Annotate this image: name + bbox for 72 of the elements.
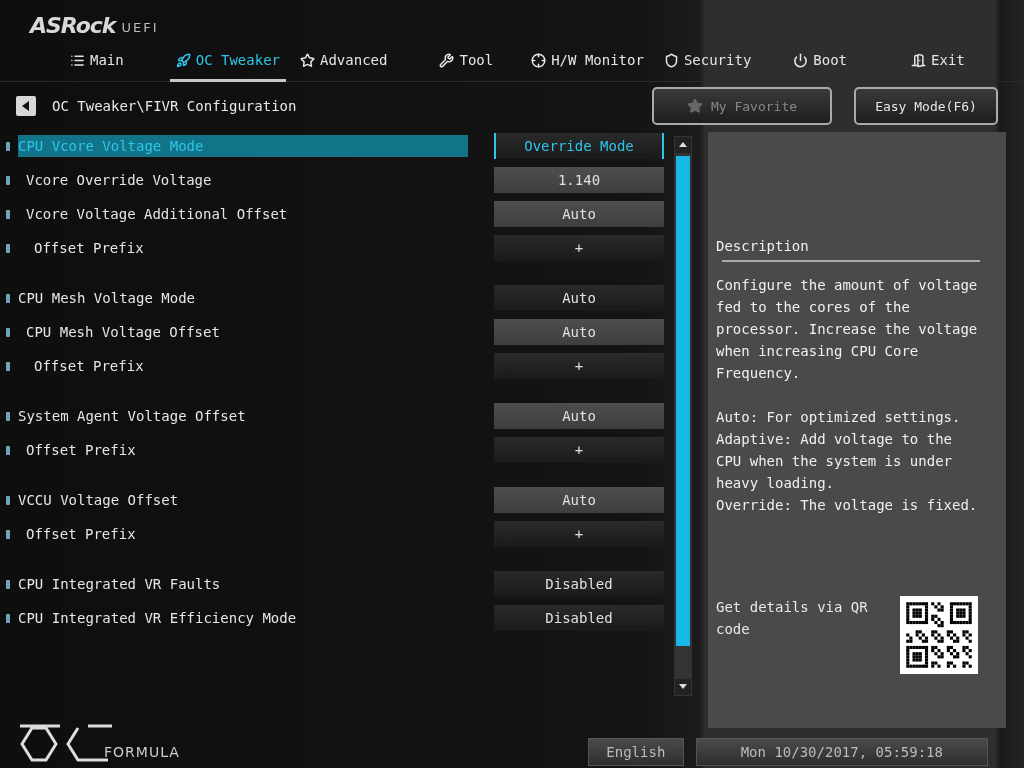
setting-label[interactable]: Offset Prefix	[18, 439, 468, 461]
option-selector[interactable]: Override Mode	[494, 133, 664, 159]
description-text: Override: The voltage is fixed.	[716, 496, 979, 515]
description-title: Description	[716, 238, 810, 254]
date-time-text: Mon 10/30/2017, 05:59:18	[695, 738, 988, 766]
bullet-icon	[6, 243, 10, 253]
option-selector[interactable]: Auto	[494, 285, 664, 311]
description-text: Configure the amount of voltage fed to the cores of the processor. Increase the voltage when increasing CPU Core Frequency.	[716, 276, 979, 383]
option-selector[interactable]: +	[494, 437, 664, 463]
value-field[interactable]: Auto	[494, 403, 664, 429]
option-selector[interactable]: +	[494, 353, 664, 379]
brand-subtitle: UEFI	[121, 20, 159, 37]
setting-label[interactable]: Offset Prefix	[18, 355, 468, 377]
bullet-icon	[6, 327, 10, 337]
mode-button[interactable]: Easy Mode(F6)	[854, 87, 998, 125]
language-button[interactable]: English	[587, 738, 684, 766]
door-icon	[911, 52, 927, 68]
description-text: Adaptive: Add voltage to the CPU when the system is under heavy loading.	[716, 430, 953, 493]
breadcrumb-path: OC Tweaker\FIVR Configuration	[52, 98, 298, 114]
power-icon	[793, 52, 809, 68]
bullet-icon	[6, 175, 10, 185]
bullet-icon	[6, 445, 10, 455]
option-selector[interactable]: +	[494, 521, 664, 547]
description-text: Auto: For optimized settings.	[716, 408, 962, 427]
setting-label[interactable]: CPU Mesh Voltage Mode	[18, 287, 468, 309]
bullet-icon	[6, 579, 10, 589]
option-selector[interactable]: Disabled	[494, 605, 664, 631]
bullet-icon	[6, 209, 10, 219]
setting-label[interactable]: CPU Integrated VR Efficiency Mode	[18, 607, 468, 629]
bullet-icon	[6, 411, 10, 421]
bullet-icon	[6, 361, 10, 371]
bullet-icon	[6, 613, 10, 623]
scrollbar[interactable]	[674, 136, 692, 696]
setting-label[interactable]: CPU Integrated VR Faults	[18, 573, 468, 595]
rocket-icon	[175, 52, 191, 68]
menu-tab[interactable]: Advanced	[294, 41, 394, 82]
value-field[interactable]: Auto	[494, 201, 664, 227]
setting-label[interactable]: Vcore Override Voltage	[18, 169, 468, 191]
star-icon	[686, 98, 703, 114]
setting-label[interactable]: CPU Mesh Voltage Offset	[18, 321, 468, 343]
menu-tab[interactable]: H/W Monitor	[525, 41, 650, 82]
menu-tab[interactable]: OC Tweaker	[169, 41, 286, 82]
bullet-icon	[6, 529, 10, 539]
option-selector[interactable]: Disabled	[494, 571, 664, 597]
menu-tab[interactable]: Main	[64, 41, 130, 82]
wrench-icon	[439, 52, 455, 68]
list-icon	[70, 52, 85, 68]
qr-caption: Get details via QR code	[716, 598, 869, 639]
setting-label[interactable]: Vcore Voltage Additional Offset	[18, 203, 468, 225]
menu-tab[interactable]: Exit	[905, 41, 971, 82]
brand-logo: ASRock	[30, 13, 116, 38]
menu-tab[interactable]: Security	[657, 41, 758, 82]
option-selector[interactable]: +	[494, 235, 664, 261]
setting-label[interactable]: System Agent Voltage Offset	[18, 405, 468, 427]
value-field[interactable]: 1.140	[494, 167, 664, 193]
back-button[interactable]	[16, 96, 36, 116]
crosshair-icon	[531, 52, 547, 68]
setting-label[interactable]: VCCU Voltage Offset	[18, 489, 468, 511]
menu-tab[interactable]: Boot	[787, 41, 854, 82]
bullet-icon	[6, 495, 10, 505]
shield-icon	[663, 52, 679, 68]
menu-tab[interactable]: Tool	[433, 41, 500, 82]
favorite-button[interactable]: My Favorite	[652, 87, 832, 125]
star-icon	[300, 52, 315, 68]
setting-label[interactable]: Offset Prefix	[18, 523, 468, 545]
setting-label[interactable]: Offset Prefix	[18, 237, 468, 259]
back-arrow-icon	[22, 101, 30, 111]
value-field[interactable]: Auto	[494, 319, 664, 345]
bullet-icon	[6, 293, 10, 303]
bullet-icon	[6, 141, 10, 151]
value-field[interactable]: Auto	[494, 487, 664, 513]
logo-text: FORMULA	[104, 744, 180, 762]
